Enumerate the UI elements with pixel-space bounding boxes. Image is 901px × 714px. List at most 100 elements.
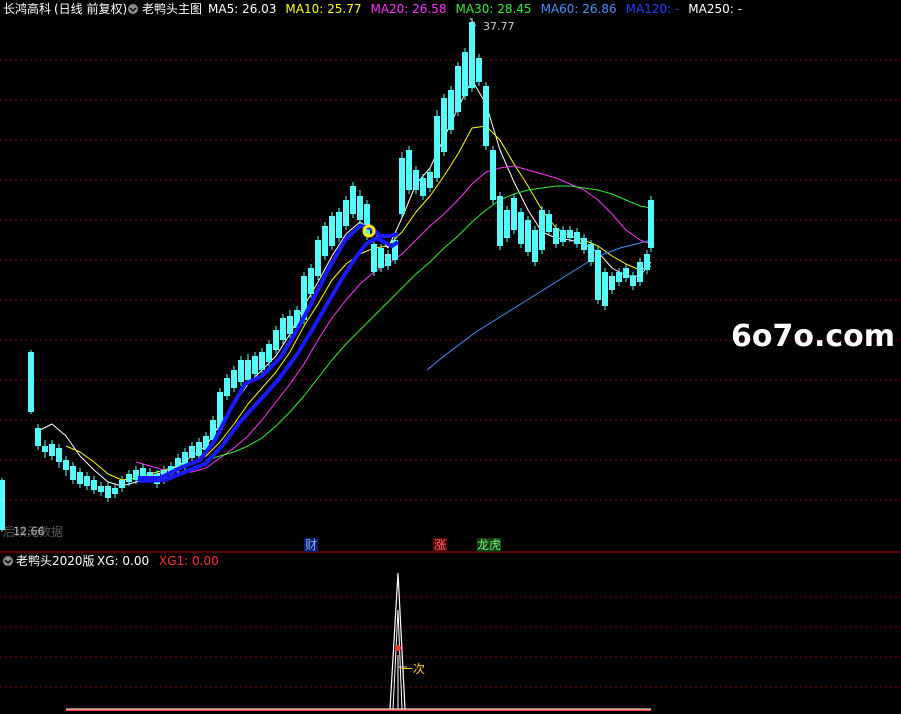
candle-body xyxy=(588,244,594,262)
candle-body xyxy=(483,86,489,146)
candle-body xyxy=(497,196,503,246)
candle-body xyxy=(252,356,258,374)
candle-body xyxy=(420,178,426,196)
sub-indicator-toggle-icon[interactable] xyxy=(3,556,13,566)
watermark: 6o7o.com xyxy=(731,319,895,354)
candle-body xyxy=(357,196,363,220)
candle-body xyxy=(602,272,608,306)
signal-point xyxy=(395,645,401,651)
candle-body xyxy=(637,262,643,282)
candle-body xyxy=(49,444,55,456)
no-data-notice: 后续无数据 xyxy=(3,524,63,539)
candle-body xyxy=(231,370,237,388)
signal-grid xyxy=(0,596,901,688)
candle-body xyxy=(322,226,328,256)
event-cai-label: 财 xyxy=(305,538,317,552)
stock-name: 长鸿高科 xyxy=(3,1,51,16)
candle-body xyxy=(385,254,391,266)
stock-chart: 长鸿高科 (日线 前复权) 老鸭头主图 MA5: 26.03 MA10: 25.7… xyxy=(0,1,901,711)
candle-body xyxy=(343,200,349,226)
xg1-value: XG1: 0.00 xyxy=(159,554,219,568)
period-label: (日线 前复权) xyxy=(54,1,127,16)
moving-averages xyxy=(39,79,652,487)
candle-body xyxy=(581,238,587,250)
event-longhu-label: 龙虎 xyxy=(477,538,501,552)
candle-body xyxy=(189,446,195,458)
candle-body xyxy=(91,480,97,490)
candle-body xyxy=(238,360,244,382)
candle-body xyxy=(490,150,496,200)
candle-body xyxy=(518,212,524,244)
candle-body xyxy=(259,352,265,370)
sub-indicator-name: 老鸭头2020版 xyxy=(16,554,95,568)
candle-body xyxy=(455,66,461,112)
candle-body xyxy=(371,244,377,272)
candle-body xyxy=(567,230,573,238)
candle-body xyxy=(77,472,83,484)
candle-body xyxy=(448,90,454,130)
candle-body xyxy=(546,214,552,232)
candle-body xyxy=(434,116,440,178)
candle-body xyxy=(609,276,615,290)
candle-body xyxy=(399,158,405,214)
candle-body xyxy=(553,228,559,244)
candle-body xyxy=(28,352,34,412)
candle-body xyxy=(105,486,111,498)
candle-body xyxy=(308,268,314,294)
candle-body xyxy=(427,172,433,188)
candle-body xyxy=(539,210,545,250)
candle-body xyxy=(224,378,230,396)
candle-body xyxy=(315,240,321,276)
indicator-name: 老鸭头主图 xyxy=(142,2,202,16)
candle-body xyxy=(616,272,622,282)
candle-body xyxy=(511,198,517,230)
candle-body xyxy=(336,212,342,238)
ma-legend: MA5: 26.03 MA10: 25.77 MA20: 26.58 MA30: 28… xyxy=(208,2,742,16)
candle-body xyxy=(63,460,69,470)
ma-legend-item: MA250: - xyxy=(688,2,742,16)
candle-body xyxy=(532,230,538,262)
candle-body xyxy=(623,268,629,278)
xg-value: XG: 0.00 xyxy=(97,554,149,568)
candle-body xyxy=(462,52,468,96)
candle-body xyxy=(70,466,76,480)
candle-body xyxy=(469,22,475,88)
indicator-toggle-icon[interactable] xyxy=(128,4,138,14)
candle-body xyxy=(350,186,356,214)
candle-body xyxy=(245,360,251,380)
ma-legend-item: MA30: 28.45 xyxy=(456,2,532,16)
candle-body xyxy=(560,230,566,242)
candle-body xyxy=(56,448,62,462)
candle-body xyxy=(273,330,279,350)
candle-body xyxy=(287,316,293,334)
high-price-label: 37.77 xyxy=(483,20,515,33)
candle-body xyxy=(648,200,654,248)
candle-body xyxy=(126,474,132,482)
ma-legend-item: MA10: 25.77 xyxy=(285,2,361,16)
candle-body xyxy=(112,488,118,494)
candle-body xyxy=(196,442,202,456)
candle-body xyxy=(98,486,104,492)
candle-body xyxy=(441,98,447,152)
candle-body xyxy=(413,170,419,190)
candle-body xyxy=(140,468,146,476)
candle-body xyxy=(644,254,650,270)
candle-body xyxy=(0,480,5,530)
candle-body xyxy=(266,344,272,362)
candle-body xyxy=(329,216,335,246)
ma-legend-item: MA60: 26.86 xyxy=(541,2,617,16)
ma-legend-item: MA5: 26.03 xyxy=(208,2,276,16)
candle-body xyxy=(280,318,286,340)
candle-body xyxy=(476,58,482,82)
signal-annotation: 一次 xyxy=(401,662,425,676)
candle-body xyxy=(525,220,531,252)
candle-body xyxy=(119,480,125,488)
candle-body xyxy=(378,248,384,268)
candle-body xyxy=(35,428,41,446)
candle-body xyxy=(595,250,601,300)
ma10-line xyxy=(65,125,652,481)
candle-body xyxy=(84,476,90,486)
candle-body xyxy=(504,210,510,238)
event-zhang-label: 涨 xyxy=(434,537,446,552)
candle-body xyxy=(406,150,412,190)
